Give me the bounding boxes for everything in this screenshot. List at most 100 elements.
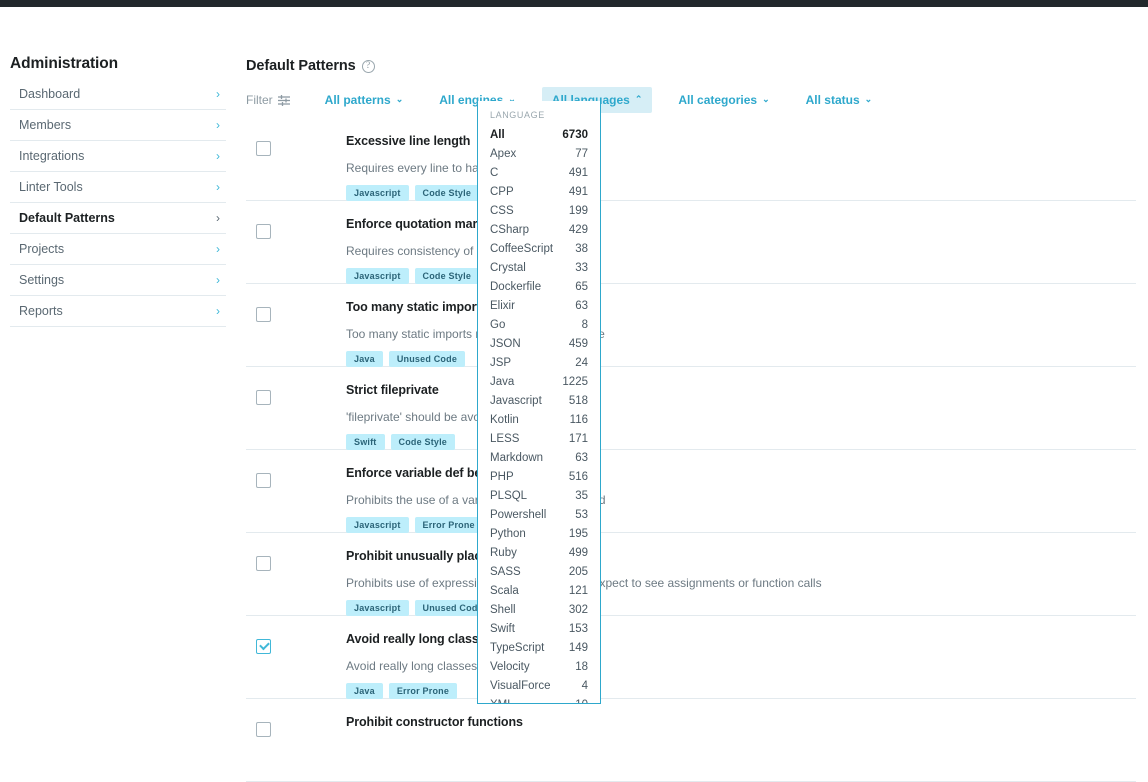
pattern-tag[interactable]: Code Style bbox=[414, 268, 480, 284]
pattern-title[interactable]: Strict fileprivate bbox=[346, 383, 1126, 397]
sidebar-item-members[interactable]: Members › bbox=[10, 110, 226, 141]
language-option-typescript[interactable]: TypeScript 149 bbox=[478, 638, 600, 657]
language-option-all[interactable]: All 6730 bbox=[478, 125, 600, 144]
pattern-title[interactable]: Avoid really long classes bbox=[346, 632, 1126, 646]
chevron-right-icon: › bbox=[216, 273, 220, 287]
language-option-cpp[interactable]: CPP 491 bbox=[478, 182, 600, 201]
language-option-javascript[interactable]: Javascript 518 bbox=[478, 391, 600, 410]
language-option-scala[interactable]: Scala 121 bbox=[478, 581, 600, 600]
language-option-count: 38 bbox=[575, 242, 588, 255]
sidebar-item-linter-tools[interactable]: Linter Tools › bbox=[10, 172, 226, 203]
language-option-shell[interactable]: Shell 302 bbox=[478, 600, 600, 619]
language-option-markdown[interactable]: Markdown 63 bbox=[478, 448, 600, 467]
language-option-name: Powershell bbox=[490, 508, 547, 521]
pattern-tag[interactable]: Javascript bbox=[346, 268, 409, 284]
sidebar-item-default-patterns[interactable]: Default Patterns › bbox=[10, 203, 226, 234]
pattern-body: Prohibit unusually placed expressions Pro… bbox=[346, 549, 1126, 616]
pattern-tag[interactable]: Code Style bbox=[390, 434, 456, 450]
filter-button-all-categories[interactable]: All categories ⌄ bbox=[668, 87, 779, 113]
filter-button-label: All patterns bbox=[324, 93, 391, 107]
language-option-count: 4 bbox=[581, 679, 588, 692]
language-option-crystal[interactable]: Crystal 33 bbox=[478, 258, 600, 277]
language-option-name: Javascript bbox=[490, 394, 542, 407]
language-option-python[interactable]: Python 195 bbox=[478, 524, 600, 543]
language-option-count: 459 bbox=[568, 337, 588, 350]
filter-button-all-patterns[interactable]: All patterns ⌄ bbox=[315, 87, 414, 113]
language-option-velocity[interactable]: Velocity 18 bbox=[478, 657, 600, 676]
language-option-name: Go bbox=[490, 318, 506, 331]
language-dropdown[interactable]: LANGUAGE All 6730 Apex 77 C 491 CPP 491 CSS 199 CS… bbox=[477, 101, 601, 704]
pattern-title[interactable]: Prohibit unusually placed expressions bbox=[346, 549, 1126, 563]
pattern-tag[interactable]: Javascript bbox=[346, 185, 409, 201]
language-option-dockerfile[interactable]: Dockerfile 65 bbox=[478, 277, 600, 296]
language-option-sass[interactable]: SASS 205 bbox=[478, 562, 600, 581]
pattern-checkbox[interactable] bbox=[256, 390, 271, 405]
sidebar-item-dashboard[interactable]: Dashboard › bbox=[10, 79, 226, 110]
pattern-title[interactable]: Prohibit constructor functions bbox=[346, 715, 1126, 729]
language-option-swift[interactable]: Swift 153 bbox=[478, 619, 600, 638]
language-option-visualforce[interactable]: VisualForce 4 bbox=[478, 676, 600, 695]
pattern-tag[interactable]: Error Prone bbox=[414, 517, 483, 533]
filter-button-all-status[interactable]: All status ⌄ bbox=[796, 87, 883, 113]
pattern-tag[interactable]: Unused Code bbox=[388, 351, 466, 367]
language-option-less[interactable]: LESS 171 bbox=[478, 429, 600, 448]
pattern-checkbox[interactable] bbox=[256, 556, 271, 571]
pattern-tag[interactable]: Error Prone bbox=[388, 683, 458, 699]
pattern-title[interactable]: Enforce variable def before use bbox=[346, 466, 1126, 480]
language-option-elixir[interactable]: Elixir 63 bbox=[478, 296, 600, 315]
pattern-tag[interactable]: Java bbox=[346, 351, 383, 367]
pattern-title[interactable]: Enforce quotation marks bbox=[346, 217, 1126, 231]
sidebar-item-integrations[interactable]: Integrations › bbox=[10, 141, 226, 172]
language-option-php[interactable]: PHP 516 bbox=[478, 467, 600, 486]
pattern-checkbox[interactable] bbox=[256, 473, 271, 488]
language-option-count: 35 bbox=[575, 489, 588, 502]
language-option-count: 518 bbox=[568, 394, 588, 407]
language-option-plsql[interactable]: PLSQL 35 bbox=[478, 486, 600, 505]
pattern-checkbox[interactable] bbox=[256, 224, 271, 239]
language-option-go[interactable]: Go 8 bbox=[478, 315, 600, 334]
sidebar-item-projects[interactable]: Projects › bbox=[10, 234, 226, 265]
language-option-kotlin[interactable]: Kotlin 116 bbox=[478, 410, 600, 429]
pattern-checkbox[interactable] bbox=[256, 307, 271, 322]
pattern-title[interactable]: Too many static imports bbox=[346, 300, 1126, 314]
language-option-java[interactable]: Java 1225 bbox=[478, 372, 600, 391]
language-option-count: 205 bbox=[568, 565, 588, 578]
filter-sliders-icon[interactable] bbox=[277, 94, 290, 106]
pattern-tag[interactable]: Java bbox=[346, 683, 383, 699]
pattern-row: Excessive line length Requires every line… bbox=[246, 118, 1136, 201]
language-option-csharp[interactable]: CSharp 429 bbox=[478, 220, 600, 239]
sidebar-item-settings[interactable]: Settings › bbox=[10, 265, 226, 296]
pattern-title[interactable]: Excessive line length bbox=[346, 134, 1126, 148]
pattern-list: Excessive line length Requires every line… bbox=[246, 118, 1136, 782]
language-option-coffeescript[interactable]: CoffeeScript 38 bbox=[478, 239, 600, 258]
language-option-c[interactable]: C 491 bbox=[478, 163, 600, 182]
pattern-checkbox[interactable] bbox=[256, 722, 271, 737]
pattern-tag[interactable]: Code Style bbox=[414, 185, 480, 201]
language-option-count: 63 bbox=[575, 299, 588, 312]
pattern-row: Enforce quotation marks Requires consiste… bbox=[246, 201, 1136, 284]
chevron-right-icon: › bbox=[216, 180, 220, 194]
pattern-tag[interactable]: Swift bbox=[346, 434, 385, 450]
pattern-checkbox[interactable] bbox=[256, 141, 271, 156]
language-option-count: 6730 bbox=[562, 128, 588, 141]
language-option-name: Ruby bbox=[490, 546, 517, 559]
language-option-count: 10 bbox=[575, 697, 588, 704]
language-option-css[interactable]: CSS 199 bbox=[478, 201, 600, 220]
language-option-name: Crystal bbox=[490, 261, 526, 274]
language-option-apex[interactable]: Apex 77 bbox=[478, 144, 600, 163]
pattern-tag[interactable]: Javascript bbox=[346, 600, 409, 616]
pattern-description: Too many static imports may lead to mess… bbox=[346, 327, 605, 341]
sidebar-item-reports[interactable]: Reports › bbox=[10, 296, 226, 327]
language-option-count: 302 bbox=[568, 603, 588, 616]
language-option-json[interactable]: JSON 459 bbox=[478, 334, 600, 353]
language-option-xml[interactable]: XML 10 bbox=[478, 695, 600, 704]
language-option-jsp[interactable]: JSP 24 bbox=[478, 353, 600, 372]
language-option-ruby[interactable]: Ruby 499 bbox=[478, 543, 600, 562]
language-option-powershell[interactable]: Powershell 53 bbox=[478, 505, 600, 524]
sidebar-item-label: Integrations bbox=[19, 149, 85, 163]
pattern-tag[interactable]: Javascript bbox=[346, 517, 409, 533]
help-icon[interactable]: ? bbox=[361, 59, 375, 73]
pattern-checkbox[interactable] bbox=[256, 639, 271, 654]
sidebar-item-label: Members bbox=[19, 118, 72, 132]
filter-label: Filter bbox=[246, 93, 290, 107]
